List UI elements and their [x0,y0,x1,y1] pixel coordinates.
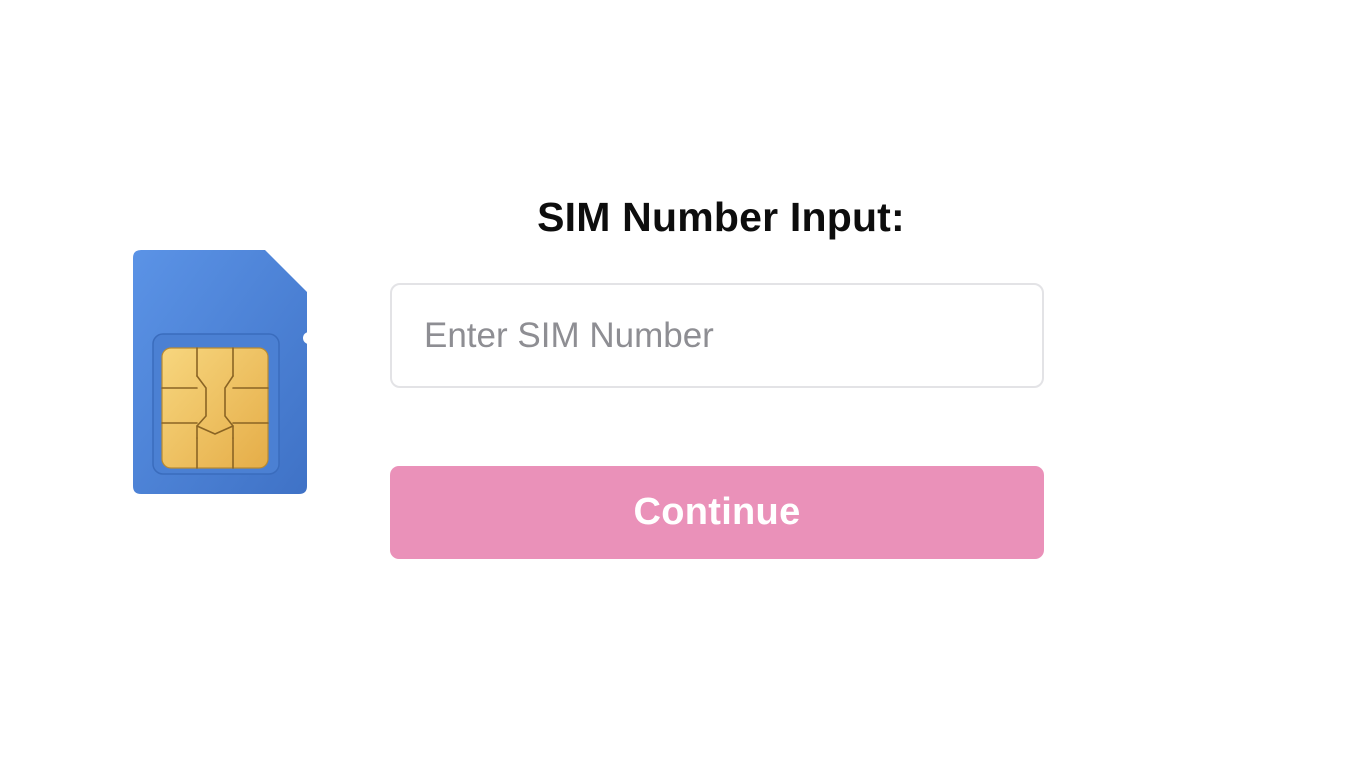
sim-card-icon [131,248,309,496]
page-title: SIM Number Input: [537,194,905,240]
sim-number-input[interactable] [390,283,1044,388]
sim-input-screen: SIM Number Input: Continue [0,0,1365,768]
continue-button[interactable]: Continue [390,466,1044,559]
